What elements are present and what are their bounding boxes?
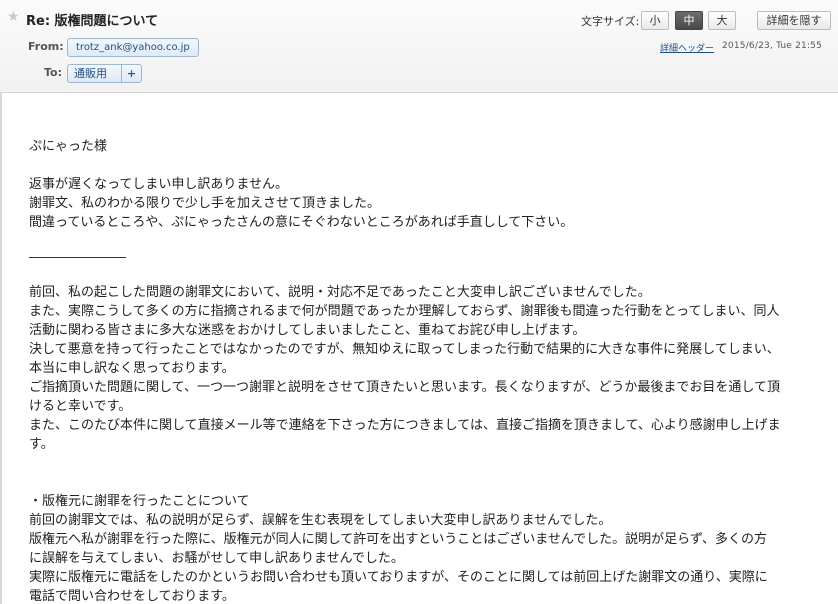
paragraph-line: けると幸いです。 bbox=[29, 399, 132, 414]
to-recipient-chip: 通販用 + bbox=[67, 64, 142, 83]
message-text: ぷにゃった様 返事が遅くなってしまい申し訳ありません。 謝罪文、私のわかる限りで… bbox=[29, 137, 829, 604]
intro-line: 間違っているところや、ぷにゃったさんの意にそぐわないところがあれば手直しして下さ… bbox=[29, 215, 574, 230]
from-address-chip[interactable]: trotz_ank@yahoo.co.jp bbox=[67, 38, 199, 57]
message-header: ★ Re: 版権問題について 文字サイズ: 小 中 大 詳細を隠す From: … bbox=[0, 0, 838, 93]
hide-details-button[interactable]: 詳細を隠す bbox=[757, 11, 831, 30]
section-title: ・版権元に謝罪を行ったことについて bbox=[29, 494, 250, 509]
paragraph-line: す。 bbox=[29, 437, 54, 452]
paragraph-line: 電話で問い合わせをしております。 bbox=[29, 589, 235, 604]
paragraph-line: に誤解を与えてしまい、お騒がせして申し訳ありませんでした。 bbox=[29, 551, 404, 566]
intro-line: 謝罪文、私のわかる限りで少し手を加えさせて頂きました。 bbox=[29, 196, 381, 211]
paragraph-line: また、実際こうして多くの方に指摘されるまで何が問題であったか理解しておらず、謝罪… bbox=[29, 304, 780, 319]
paragraph-line: ご指摘頂いた問題に関して、一つ一つ謝罪と説明をさせて頂きたいと思います。長くなり… bbox=[29, 380, 781, 395]
star-icon[interactable]: ★ bbox=[7, 9, 20, 25]
paragraph-line: また、このたび本件に関して直接メール等で連絡を下さった方につきましては、直接ご指… bbox=[29, 418, 781, 433]
paragraph-line: 本当に申し訳なく思っております。 bbox=[29, 361, 235, 376]
greeting: ぷにゃった様 bbox=[29, 139, 108, 154]
intro-line: 返事が遅くなってしまい申し訳ありません。 bbox=[29, 177, 288, 192]
separator-line bbox=[29, 257, 126, 258]
paragraph-line: 実際に版権元に電話をしたのかというお問い合わせも頂いておりますが、そのことに関し… bbox=[29, 570, 768, 585]
font-size-label: 文字サイズ: bbox=[581, 15, 640, 28]
message-subject: Re: 版権問題について bbox=[26, 14, 159, 29]
paragraph-line: 前回の謝罪文では、私の説明が足らず、誤解を生む表現をしてしまい大変申し訳ありませ… bbox=[29, 513, 612, 528]
add-contact-icon[interactable]: + bbox=[121, 65, 141, 82]
paragraph-line: 前回、私の起こした問題の謝罪文において、説明・対応不足であったこと大変申し訳ござ… bbox=[29, 285, 651, 300]
font-size-medium-button[interactable]: 中 bbox=[675, 11, 703, 30]
paragraph-line: 活動に関わる皆さまに多大な迷惑をおかけしてしまいましたこと、重ねてお詫び申し上げ… bbox=[29, 323, 586, 338]
paragraph-line: 決して悪意を持って行ったことではなかったのですが、無知ゆえに取ってしまった行動で… bbox=[29, 342, 780, 357]
message-date: 2015/6/23, Tue 21:55 bbox=[722, 41, 823, 51]
to-recipient-label[interactable]: 通販用 bbox=[74, 65, 107, 82]
font-size-small-button[interactable]: 小 bbox=[641, 11, 669, 30]
font-size-large-button[interactable]: 大 bbox=[708, 11, 736, 30]
from-label: From: bbox=[28, 40, 64, 53]
detail-header-link[interactable]: 詳細ヘッダー bbox=[660, 41, 714, 54]
paragraph-line: 版権元へ私が謝罪を行った際に、版権元が同人に関して許可を出すということはございま… bbox=[29, 532, 768, 547]
message-body: ぷにゃった様 返事が遅くなってしまい申し訳ありません。 謝罪文、私のわかる限りで… bbox=[0, 93, 838, 604]
to-label: To: bbox=[44, 66, 62, 79]
